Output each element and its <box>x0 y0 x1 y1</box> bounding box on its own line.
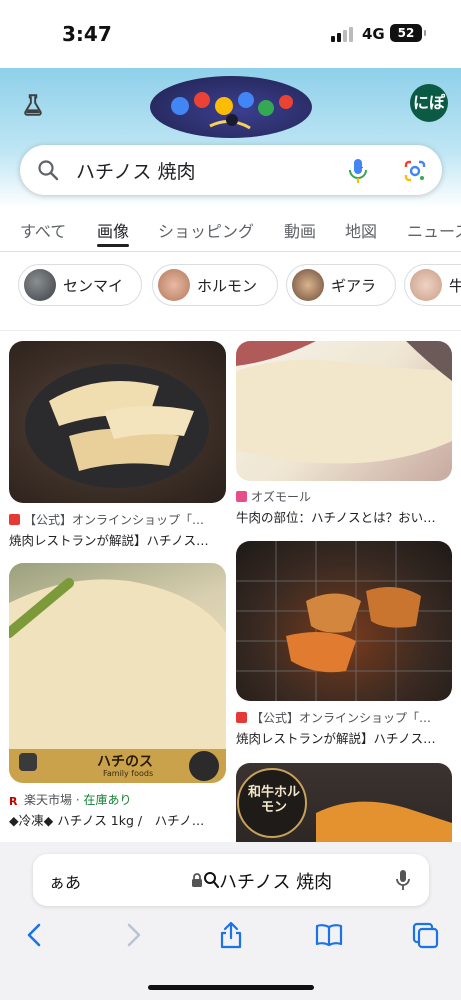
site-favicon-icon <box>236 491 247 502</box>
overlay-text: ハチのス <box>97 754 153 770</box>
tab-shopping[interactable]: ショッピング <box>158 218 254 242</box>
lock-icon <box>192 873 202 887</box>
result-title[interactable]: ◆冷凍◆ ハチノス 1kg / ハチノ… <box>9 810 224 829</box>
page-settings-button[interactable]: ぁあ <box>49 869 81 893</box>
chip-label: ホルモン <box>197 277 258 295</box>
chip-senmai[interactable]: センマイ <box>18 264 142 306</box>
back-icon[interactable] <box>20 920 50 950</box>
forward-icon[interactable] <box>118 920 148 950</box>
image-result-2[interactable] <box>236 341 452 481</box>
site-favicon-icon <box>9 514 20 525</box>
tab-all[interactable]: すべて <box>20 218 66 242</box>
labs-flask-icon[interactable] <box>20 92 46 118</box>
image-result-4[interactable] <box>236 541 452 701</box>
microphone-icon[interactable] <box>346 157 370 185</box>
search-query[interactable]: ハチノス 焼肉 <box>76 157 195 184</box>
image-results-grid: 【公式】オンラインショップ「… 焼肉レストランが解説】ハチノス… ハチのス Fa… <box>0 330 461 842</box>
result-source[interactable]: R 楽天市場 · 在庫あり <box>9 791 224 808</box>
microphone-icon[interactable] <box>395 869 411 891</box>
image-result-1[interactable] <box>9 341 226 503</box>
chip-thumbnail <box>158 269 190 301</box>
tab-videos[interactable]: 動画 <box>284 218 316 242</box>
search-tabs: すべて 画像 ショッピング 動画 地図 ニュース <box>0 208 461 252</box>
tab-images[interactable]: 画像 <box>97 218 130 247</box>
chip-thumbnail <box>292 269 324 301</box>
chip-gyu[interactable]: 牛 <box>404 264 461 306</box>
chip-thumbnail <box>24 269 56 301</box>
search-box[interactable]: ハチノス 焼肉 <box>20 145 442 195</box>
overlay-subtext: Family foods <box>103 769 154 778</box>
chip-label: ギアラ <box>331 277 377 295</box>
browser-toolbar: ぁあ ハチノス 焼肉 <box>0 842 461 1000</box>
google-doodle[interactable] <box>150 76 312 138</box>
image-result-5[interactable]: 和牛ホルモン <box>236 763 452 842</box>
result-title[interactable]: 牛肉の部位：ハチノスとは？おい… <box>236 507 451 526</box>
image-result-3[interactable]: ハチのス Family foods <box>9 563 226 783</box>
chip-label: 牛 <box>449 277 461 295</box>
home-indicator <box>148 985 314 990</box>
network-type: 4G <box>362 25 385 43</box>
overlay-text: 和牛ホルモン <box>248 785 301 815</box>
result-source[interactable]: オズモール <box>236 488 451 505</box>
search-icon <box>204 872 219 889</box>
battery-icon: 52 <box>390 24 426 42</box>
status-bar: 3:47 4G 52 <box>0 0 461 68</box>
related-chips: センマイ ホルモン ギアラ 牛 <box>0 262 461 308</box>
site-favicon-icon <box>236 712 247 723</box>
search-icon <box>38 160 59 181</box>
account-avatar[interactable]: にぽ <box>410 84 448 122</box>
address-bar[interactable]: ぁあ ハチノス 焼肉 <box>33 854 429 906</box>
tab-news[interactable]: ニュース <box>407 218 461 242</box>
bookmarks-icon[interactable] <box>314 920 344 950</box>
url-text[interactable]: ハチノス 焼肉 <box>219 868 332 894</box>
result-title[interactable]: 焼肉レストランが解説】ハチノス… <box>9 530 224 549</box>
result-source[interactable]: 【公式】オンラインショップ「… <box>236 709 451 726</box>
clock: 3:47 <box>62 22 112 46</box>
google-lens-icon[interactable] <box>402 158 428 184</box>
rakuten-icon: R <box>9 796 20 807</box>
chip-label: センマイ <box>63 277 124 295</box>
chip-giara[interactable]: ギアラ <box>286 264 396 306</box>
chip-thumbnail <box>410 269 442 301</box>
chip-horumon[interactable]: ホルモン <box>152 264 278 306</box>
share-icon[interactable] <box>216 920 246 950</box>
tabs-icon[interactable] <box>410 920 440 950</box>
result-title[interactable]: 焼肉レストランが解説】ハチノス… <box>236 728 451 747</box>
tab-maps[interactable]: 地図 <box>345 218 377 242</box>
result-source[interactable]: 【公式】オンラインショップ「… <box>9 511 224 528</box>
